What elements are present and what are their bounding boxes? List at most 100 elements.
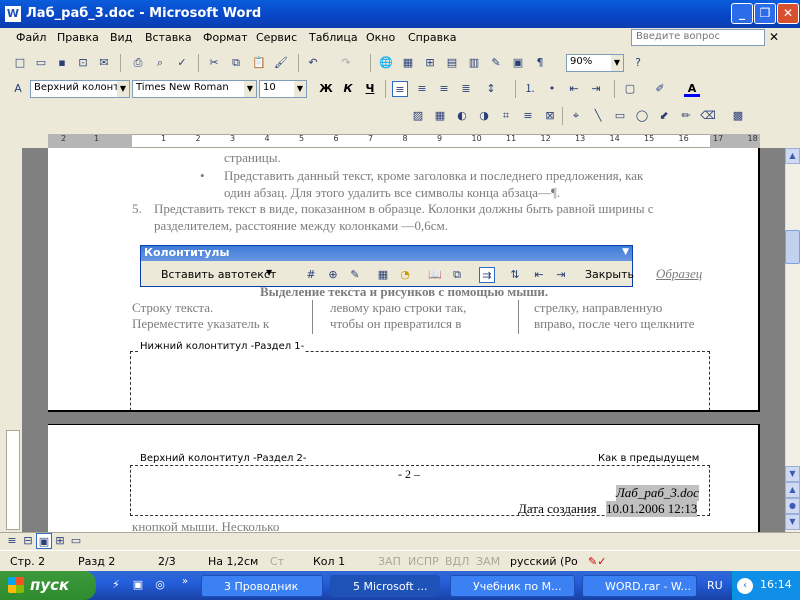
close-button[interactable]: ✕ (777, 3, 799, 24)
menu-table[interactable]: Таблица (309, 31, 358, 44)
footer-area[interactable] (130, 351, 710, 410)
task-word[interactable]: 5 Microsoft ... (330, 575, 440, 597)
quicklaunch-icon[interactable]: ▣ (130, 577, 146, 593)
task-winrar[interactable]: WORD.rar - W... (582, 575, 697, 597)
redo-icon[interactable]: ↷ (338, 55, 354, 71)
styles-formatting-icon[interactable]: A (10, 81, 26, 97)
undo-icon[interactable]: ↶ (305, 55, 321, 71)
next-page-icon[interactable]: ▼ (785, 514, 800, 530)
rectangle-icon[interactable]: ▭ (612, 108, 628, 124)
page-2[interactable]: Верхний колонтитул -Раздел 2- Как в пред… (48, 424, 760, 532)
show-formatting-icon[interactable]: ¶ (532, 55, 548, 71)
status-overtype[interactable]: ЗАМ (476, 555, 500, 568)
task-explorer[interactable]: 3 Проводник (201, 575, 323, 597)
zoom-select[interactable]: 90% ▼ (566, 54, 624, 72)
numbering-icon[interactable]: ⒈ (522, 81, 538, 97)
print-layout-icon[interactable]: ▣ (36, 533, 52, 549)
tray-expand-icon[interactable]: ‹ (737, 578, 753, 594)
paste-icon[interactable]: 📋 (251, 55, 267, 71)
start-button[interactable]: пуск (0, 571, 96, 600)
select-browse-object-icon[interactable]: ▲ (785, 482, 800, 498)
decrease-indent-icon[interactable]: ⇤ (566, 81, 582, 97)
menu-edit[interactable]: Правка (57, 31, 99, 44)
quicklaunch-icon[interactable]: ⚡ (108, 577, 124, 593)
browse-object-icon[interactable]: ● (785, 498, 800, 514)
justify-icon[interactable]: ≣ (458, 81, 474, 97)
scroll-down-icon[interactable]: ▼ (785, 466, 800, 482)
style-select[interactable]: Верхний колонт ▼ (30, 80, 130, 98)
new-document-icon[interactable]: □ (12, 55, 28, 71)
menu-insert[interactable]: Вставка (145, 31, 192, 44)
insert-table-icon[interactable]: ⊞ (422, 55, 438, 71)
oval-icon[interactable]: ◯ (634, 108, 650, 124)
increase-indent-icon[interactable]: ⇥ (588, 81, 604, 97)
show-next-icon[interactable]: ⇥ (553, 267, 569, 283)
quicklaunch-expand-icon[interactable]: » (182, 576, 188, 587)
outline-view-icon[interactable]: ⊞ (52, 533, 68, 549)
columns-icon[interactable]: ▥ (466, 55, 482, 71)
save-icon[interactable]: ▪ (54, 55, 70, 71)
hyperlink-icon[interactable]: 🌐 (378, 55, 394, 71)
spelling-status-icon[interactable]: ✎✓ (588, 555, 606, 568)
reading-view-icon[interactable]: ▭ (68, 533, 84, 549)
vertical-ruler[interactable] (6, 430, 20, 530)
arrow-icon[interactable]: ⬋ (656, 108, 672, 124)
line-icon[interactable]: ╲ (590, 108, 606, 124)
line-style-icon[interactable]: ≡ (520, 108, 536, 124)
align-left-icon[interactable]: ≡ (392, 81, 408, 97)
brightness-icon[interactable]: ◑ (476, 108, 492, 124)
menu-file[interactable]: Файл (16, 31, 46, 44)
cut-icon[interactable]: ✂ (206, 55, 222, 71)
switch-header-footer-icon[interactable]: ⇅ (507, 267, 523, 283)
page-number-icon[interactable]: # (303, 267, 319, 283)
permission-icon[interactable]: ⊡ (75, 55, 91, 71)
contrast-icon[interactable]: ◐ (454, 108, 470, 124)
close-header-footer-button[interactable]: Закрыть (585, 268, 634, 281)
page-setup-icon[interactable]: 📖 (427, 267, 443, 283)
menu-tools[interactable]: Сервис (256, 31, 297, 44)
date-icon[interactable]: ▦ (375, 267, 391, 283)
document-close-icon[interactable]: ✕ (769, 30, 779, 44)
chevron-down-icon[interactable]: ▼ (622, 247, 629, 257)
status-extend[interactable]: ВДЛ (445, 555, 469, 568)
pencil-icon[interactable]: ✏ (678, 108, 694, 124)
highlight-icon[interactable]: ✐ (652, 81, 668, 97)
underline-button[interactable]: Ч (362, 81, 378, 97)
quicklaunch-icon[interactable]: ◎ (152, 577, 168, 593)
bold-button[interactable]: Ж (318, 81, 334, 97)
menu-window[interactable]: Окно (366, 31, 395, 44)
email-icon[interactable]: ✉ (96, 55, 112, 71)
status-track[interactable]: ИСПР (408, 555, 439, 568)
copy-icon[interactable]: ⧉ (228, 55, 244, 71)
document-map-icon[interactable]: ▣ (510, 55, 526, 71)
insert-autotext-button[interactable]: Вставить автотекст (161, 268, 276, 281)
menu-help[interactable]: Справка (408, 31, 456, 44)
format-page-number-icon[interactable]: ✎ (347, 267, 363, 283)
align-right-icon[interactable]: ≡ (436, 81, 452, 97)
language-indicator[interactable]: RU (707, 579, 723, 592)
scroll-up-icon[interactable]: ▲ (785, 148, 800, 164)
horizontal-scrollbar[interactable]: ≡ ⊟ ▣ ⊞ ▭ (0, 532, 800, 549)
insert-excel-icon[interactable]: ▤ (444, 55, 460, 71)
bullets-icon[interactable]: • (544, 81, 560, 97)
line-spacing-icon[interactable]: ↕ (483, 81, 499, 97)
crop-icon[interactable]: ⌗ (498, 108, 514, 124)
status-record[interactable]: ЗАП (378, 555, 401, 568)
minimize-button[interactable]: _ (731, 3, 753, 24)
font-size-select[interactable]: 10 ▼ (259, 80, 307, 98)
font-select[interactable]: Times New Roman ▼ (132, 80, 257, 98)
page-count-icon[interactable]: ⊕ (325, 267, 341, 283)
word-app-icon[interactable]: W (5, 6, 21, 22)
print-icon[interactable]: ⎙ (130, 55, 146, 71)
open-icon[interactable]: ▭ (33, 55, 49, 71)
menu-view[interactable]: Вид (110, 31, 132, 44)
drawing-icon[interactable]: ✎ (488, 55, 504, 71)
time-icon[interactable]: ◔ (397, 267, 413, 283)
task-tutorial[interactable]: Учебник по М... (450, 575, 575, 597)
show-previous-icon[interactable]: ⇤ (531, 267, 547, 283)
spelling-icon[interactable]: ✓ (174, 55, 190, 71)
show-hide-text-icon[interactable]: ⧉ (449, 267, 465, 283)
print-preview-icon[interactable]: ⌕ (152, 55, 168, 71)
fill-icon[interactable]: ▩ (730, 108, 746, 124)
align-center-icon[interactable]: ≡ (414, 81, 430, 97)
